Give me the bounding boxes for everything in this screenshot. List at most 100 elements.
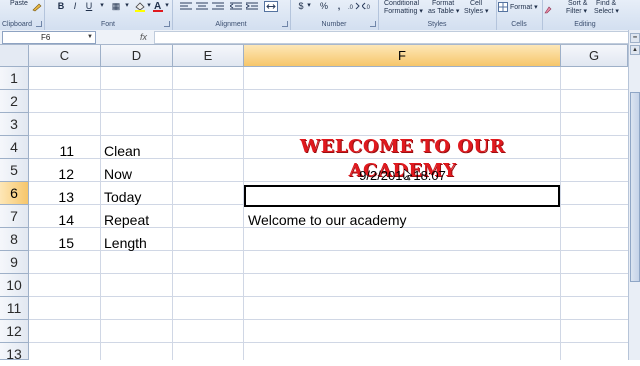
- styles-group-label: Styles: [427, 21, 447, 28]
- gridline: [172, 67, 173, 360]
- scroll-split-icon[interactable]: ━: [630, 33, 640, 43]
- find-select-label-1: Find &: [596, 0, 617, 7]
- align-left-icon[interactable]: [180, 2, 192, 11]
- conditional-formatting-label-2: Formatting ▾: [384, 8, 423, 15]
- cell-d4[interactable]: Clean: [104, 140, 141, 163]
- alignment-launcher-icon[interactable]: [282, 21, 288, 27]
- cell-d8[interactable]: Length: [104, 232, 147, 255]
- currency-dropdown-icon[interactable]: ▾: [306, 0, 312, 12]
- gridline: [100, 67, 101, 360]
- cells-group: Format ▾ Cells: [496, 0, 543, 30]
- row-header-10[interactable]: 10: [0, 274, 29, 297]
- worksheet-grid: C D E F G 1 2 3 4 5 6 7 8 9 10 11 12 13 …: [0, 45, 628, 362]
- paste-button[interactable]: Paste: [10, 0, 28, 8]
- format-as-table-label-2: as Table ▾: [428, 8, 460, 15]
- fill-color-icon[interactable]: [134, 1, 146, 12]
- format-cells-icon[interactable]: [498, 2, 508, 12]
- row-header-12[interactable]: 12: [0, 320, 29, 343]
- align-center-icon[interactable]: [196, 2, 208, 11]
- vertical-scrollbar[interactable]: ━ ▲: [628, 30, 640, 360]
- ribbon: Paste Clipboard B I U ▾ ▦ ▾ ▾ A ▾ Font A…: [0, 0, 640, 31]
- column-header-d[interactable]: D: [101, 45, 173, 67]
- row-header-1[interactable]: 1: [0, 67, 29, 90]
- gridline: [29, 342, 628, 343]
- mouse-cursor-icon: [404, 169, 412, 181]
- gridline: [243, 67, 244, 360]
- gridline: [29, 296, 628, 297]
- cell-c6[interactable]: 13: [14, 186, 74, 209]
- cell-d7[interactable]: Repeat: [104, 209, 149, 232]
- align-right-icon[interactable]: [212, 2, 224, 11]
- underline-dropdown-icon[interactable]: ▾: [98, 0, 106, 12]
- cell-f7[interactable]: Welcome to our academy: [248, 209, 406, 232]
- cell-d6[interactable]: Today: [104, 186, 141, 209]
- cell-c5[interactable]: 12: [14, 163, 74, 186]
- name-box[interactable]: F6 ▼: [2, 31, 96, 44]
- styles-group: Conditional Formatting ▾ Format as Table…: [378, 0, 497, 30]
- merge-center-icon[interactable]: [264, 1, 278, 12]
- name-box-value: F6: [41, 33, 51, 42]
- formula-input[interactable]: [154, 31, 640, 44]
- borders-dropdown-icon[interactable]: ▾: [124, 0, 130, 12]
- cell-c4[interactable]: 11: [14, 140, 74, 163]
- borders-icon[interactable]: ▦: [110, 0, 122, 12]
- font-launcher-icon[interactable]: [164, 21, 170, 27]
- select-all-corner[interactable]: [0, 45, 29, 67]
- find-select-label-2: Select ▾: [594, 8, 619, 15]
- row-header-11[interactable]: 11: [0, 297, 29, 320]
- increase-indent-icon[interactable]: [246, 2, 258, 11]
- clipboard-group: Paste Clipboard: [0, 0, 45, 30]
- gridline: [29, 273, 628, 274]
- name-box-dropdown-icon[interactable]: ▼: [87, 32, 93, 43]
- cell-d5[interactable]: Now: [104, 163, 132, 186]
- currency-icon[interactable]: $: [296, 0, 306, 12]
- scroll-up-icon[interactable]: ▲: [630, 45, 640, 55]
- bold-icon[interactable]: B: [56, 0, 66, 12]
- clear-icon[interactable]: [544, 6, 552, 14]
- italic-icon[interactable]: I: [70, 0, 80, 12]
- editing-group: Sort & Filter ▾ Find & Select ▾ Editing: [542, 0, 628, 30]
- cell-f5-date[interactable]: 9/2/2016 18:07: [244, 164, 561, 187]
- gridline: [29, 89, 628, 90]
- alignment-group-label: Alignment: [215, 21, 247, 28]
- row-header-13[interactable]: 13: [0, 343, 29, 362]
- cell-c8[interactable]: 15: [14, 232, 74, 255]
- format-painter-icon[interactable]: [32, 2, 42, 12]
- percent-icon[interactable]: %: [318, 0, 330, 12]
- row-header-3[interactable]: 3: [0, 113, 29, 136]
- scroll-thumb[interactable]: [630, 92, 640, 282]
- decrease-indent-icon[interactable]: [230, 2, 242, 11]
- gridline: [29, 319, 628, 320]
- editing-group-label: Editing: [574, 21, 596, 28]
- increase-decimal-icon[interactable]: .0: [348, 1, 360, 11]
- underline-icon[interactable]: U: [84, 0, 94, 12]
- font-color-icon[interactable]: A: [152, 0, 164, 12]
- alignment-group: Alignment: [172, 0, 291, 30]
- number-launcher-icon[interactable]: [370, 21, 376, 27]
- font-color-dropdown-icon[interactable]: ▾: [164, 0, 170, 12]
- active-cell-f6[interactable]: [244, 185, 560, 207]
- conditional-formatting-label-1: Conditional: [384, 0, 420, 7]
- column-header-e[interactable]: E: [173, 45, 244, 67]
- comma-style-icon[interactable]: ,: [334, 0, 344, 12]
- svg-text:.0: .0: [348, 5, 354, 11]
- sort-filter-label-1: Sort &: [568, 0, 588, 7]
- decrease-decimal-icon[interactable]: .0: [362, 1, 374, 11]
- row-header-2[interactable]: 2: [0, 90, 29, 113]
- number-group-label: Number: [321, 21, 347, 28]
- cell-c7[interactable]: 14: [14, 209, 74, 232]
- sort-filter-label-2: Filter ▾: [566, 8, 588, 15]
- cells-group-label: Cells: [511, 21, 527, 28]
- insert-function-icon[interactable]: fx: [140, 30, 147, 44]
- column-header-c[interactable]: C: [29, 45, 101, 67]
- formula-bar: F6 ▼ fx: [0, 30, 640, 45]
- cell-f4-title[interactable]: WELCOME TO OUR ACADEMY: [244, 135, 561, 181]
- column-header-g[interactable]: G: [561, 45, 628, 67]
- font-group: B I U ▾ ▦ ▾ ▾ A ▾ Font: [44, 0, 173, 30]
- column-header-f[interactable]: F: [244, 45, 561, 67]
- cell-styles-label-1: Cell: [470, 0, 483, 7]
- format-button[interactable]: Format ▾: [510, 4, 538, 12]
- gridline: [560, 67, 561, 360]
- clipboard-launcher-icon[interactable]: [36, 21, 42, 27]
- gridline: [29, 112, 628, 113]
